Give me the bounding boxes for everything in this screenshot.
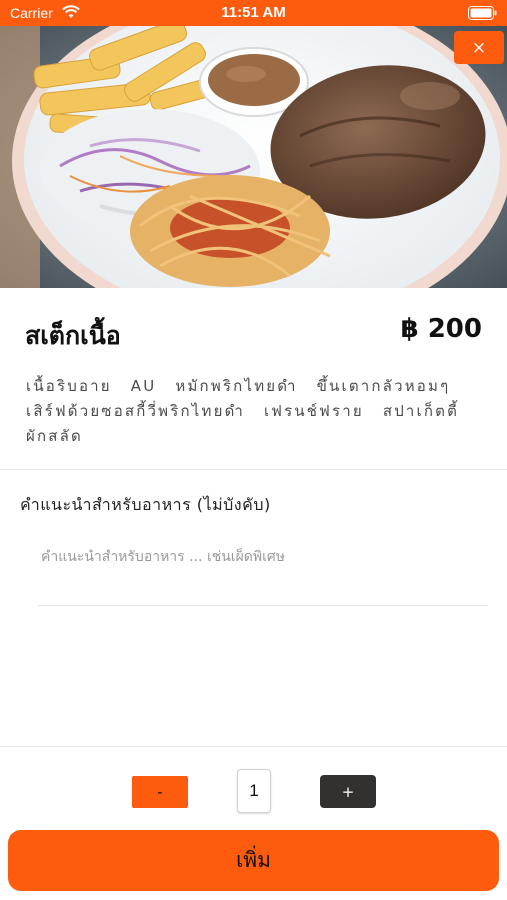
item-price: ฿ 200 — [400, 314, 482, 344]
steak-plate-photo — [0, 26, 507, 288]
add-to-cart-button[interactable]: เพิ่ม — [8, 830, 499, 891]
divider — [0, 746, 507, 747]
decrease-quantity-button[interactable]: - — [132, 776, 188, 808]
increase-quantity-button[interactable]: + — [320, 775, 376, 808]
note-label: คำแนะนำสำหรับอาหาร (ไม่บังคับ) — [20, 495, 271, 514]
note-underline — [38, 605, 488, 606]
quantity-field[interactable]: 1 — [237, 769, 271, 813]
battery-icon — [468, 6, 497, 20]
item-name: สเต็กเนื้อ — [25, 321, 121, 350]
close-button[interactable]: × — [454, 31, 504, 64]
note-input[interactable] — [38, 540, 491, 574]
status-time: 11:51 AM — [221, 4, 286, 21]
divider — [0, 469, 507, 470]
food-image — [0, 26, 507, 288]
status-bar: Carrier 11:51 AM — [0, 0, 507, 26]
item-description: เนื้อริบอาย AU หมักพริกไทยดำ ขึ้นเตากลัว… — [26, 377, 460, 445]
